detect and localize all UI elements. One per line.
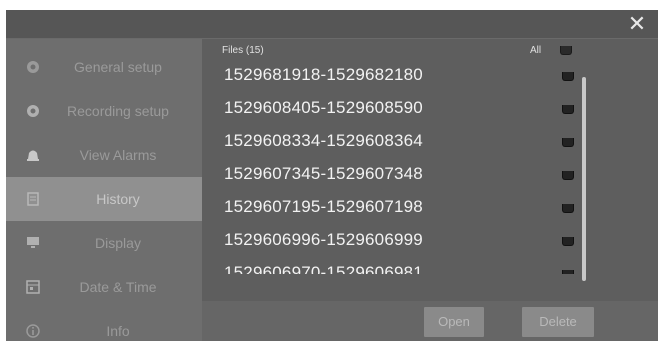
file-name: 1529681918-1529682180: [224, 65, 423, 84]
sidebar-item-label: Recording setup: [67, 103, 169, 119]
file-name: 1529608334-1529608364: [224, 131, 423, 150]
sidebar-item-display[interactable]: Display: [6, 221, 202, 265]
file-list: 1529681918-1529682180 1529608405-1529608…: [202, 59, 658, 274]
file-checkbox[interactable]: [562, 72, 574, 81]
sidebar-item-label: History: [96, 191, 140, 207]
open-button[interactable]: Open: [424, 307, 484, 337]
close-icon[interactable]: ✕: [626, 13, 648, 35]
select-all-label: All: [530, 45, 542, 56]
file-name: 1529608405-1529608590: [224, 98, 423, 117]
file-row[interactable]: 1529608334-1529608364: [202, 125, 658, 157]
sidebar-item-label: General setup: [74, 59, 162, 75]
sidebar-item-info[interactable]: Info: [6, 309, 202, 353]
file-list-scrollbar[interactable]: [582, 77, 586, 281]
delete-button[interactable]: Delete: [522, 307, 594, 337]
file-checkbox[interactable]: [562, 237, 574, 246]
history-panel: Files (15) All 1529681918-1529682180 152…: [202, 39, 658, 341]
sidebar-item-general-setup[interactable]: General setup: [6, 45, 202, 89]
select-all-checkbox[interactable]: [560, 46, 572, 55]
action-bar: Open Delete: [202, 301, 658, 341]
sidebar-item-label: View Alarms: [79, 147, 157, 163]
file-name: 1529607345-1529607348: [224, 164, 423, 183]
file-checkbox[interactable]: [562, 138, 574, 147]
title-bar: ✕: [6, 10, 658, 39]
sidebar-item-recording-setup[interactable]: Recording setup: [6, 89, 202, 133]
file-checkbox[interactable]: [562, 171, 574, 180]
sidebar-item-label: Info: [106, 323, 130, 339]
history-dialog: ✕ General setup Recording setup View Ala…: [6, 10, 658, 341]
file-checkbox[interactable]: [562, 105, 574, 114]
file-checkbox[interactable]: [562, 270, 574, 274]
settings-sidebar: General setup Recording setup View Alarm…: [6, 39, 202, 341]
file-name: 1529606970-1529606981: [224, 263, 423, 274]
file-name: 1529607195-1529607198: [224, 197, 423, 216]
file-row[interactable]: 1529681918-1529682180: [202, 59, 658, 91]
file-row[interactable]: 1529606970-1529606981: [202, 257, 658, 274]
files-count-label: Files (15): [222, 45, 264, 56]
file-row[interactable]: 1529607345-1529607348: [202, 158, 658, 190]
sidebar-item-label: Date & Time: [79, 279, 157, 295]
file-row[interactable]: 1529608405-1529608590: [202, 92, 658, 124]
file-name: 1529606996-1529606999: [224, 230, 423, 249]
sidebar-item-date-time[interactable]: Date & Time: [6, 265, 202, 309]
file-row[interactable]: 1529607195-1529607198: [202, 191, 658, 223]
sidebar-item-label: Display: [95, 235, 141, 251]
sidebar-item-view-alarms[interactable]: View Alarms: [6, 133, 202, 177]
file-row[interactable]: 1529606996-1529606999: [202, 224, 658, 256]
sidebar-item-history[interactable]: History: [6, 177, 202, 221]
file-checkbox[interactable]: [562, 204, 574, 213]
